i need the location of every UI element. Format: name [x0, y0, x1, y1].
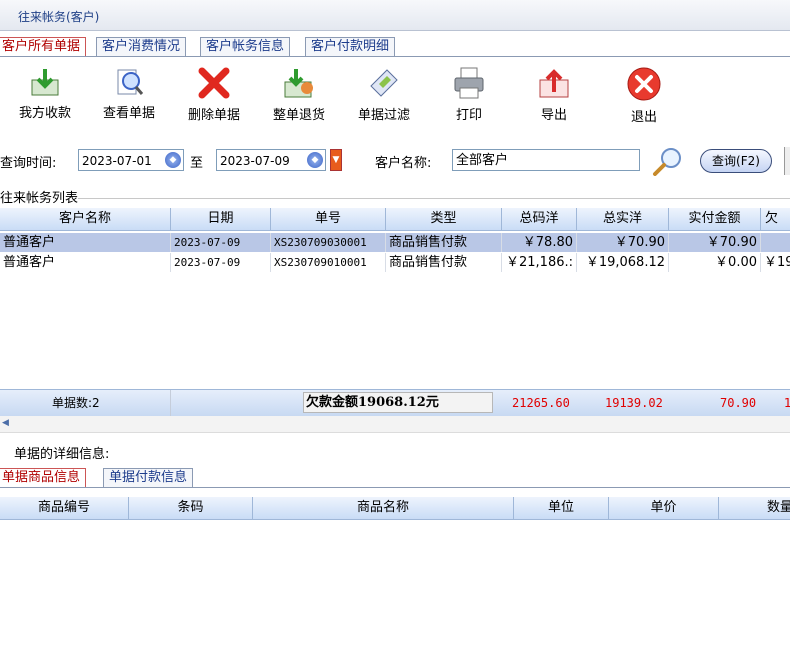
filter-label: 单据过滤 [357, 108, 410, 123]
cell-type: 商品销售付款 [386, 233, 502, 252]
document-count: 单据数:2 [52, 396, 100, 410]
sum-total-list: 21265.60 [512, 396, 570, 410]
filter-icon [370, 69, 398, 97]
sum-owed: 1 [784, 396, 790, 410]
view-document-button[interactable]: 查看单据 [94, 66, 164, 121]
receive-payment-button[interactable]: 我方收款 [10, 66, 80, 121]
detail-header: 商品编号 条码 商品名称 单位 单价 数量 [0, 497, 790, 520]
cell-type: 商品销售付款 [386, 253, 502, 272]
export-icon [539, 69, 569, 98]
sum-paid: 70.90 [720, 396, 757, 410]
date-spin-icon[interactable]: ◆ [307, 152, 323, 168]
delete-x-icon [198, 67, 230, 99]
delete-label: 删除单据 [187, 108, 240, 123]
cell-total-list: ￥78.80 [502, 233, 577, 252]
date-to-value: 2023-07-09 [220, 154, 290, 168]
cell-total-actual: ￥19,068.12 [577, 253, 669, 272]
table-row[interactable]: 普通客户 2023-07-09 XS230709010001 商品销售付款 ￥2… [0, 253, 790, 272]
window-title-bar: 往来帐务(客户) [0, 0, 790, 31]
col-type[interactable]: 类型 [386, 208, 502, 230]
col-unit-price[interactable]: 单价 [609, 497, 719, 519]
col-total-actual-price[interactable]: 总实洋 [577, 208, 669, 230]
cell-total-list: ￥21,186.: [502, 253, 577, 272]
query-time-label: 查询时间: [0, 156, 57, 171]
export-label: 导出 [540, 108, 567, 123]
scroll-left-icon[interactable]: ◀ [2, 418, 9, 428]
receive-label: 我方收款 [18, 106, 71, 121]
cell-total-actual: ￥70.90 [577, 233, 669, 252]
group-separator [78, 198, 790, 199]
cell-customer: 普通客户 [0, 233, 171, 252]
customer-name-input[interactable]: 全部客户 [452, 149, 640, 171]
col-date[interactable]: 日期 [171, 208, 271, 230]
tab-divider [0, 56, 790, 57]
magnifier-document-icon [117, 69, 144, 95]
search-icon[interactable] [652, 146, 684, 176]
cell-paid: ￥0.00 [669, 253, 761, 272]
date-from-picker[interactable]: 2023-07-01 ◆ [78, 149, 184, 171]
cell-date: 2023-07-09 [171, 253, 271, 272]
print-button[interactable]: 打印 [434, 66, 504, 123]
return-goods-icon [284, 69, 313, 98]
date-dropdown-arrow-icon[interactable]: ▼ [330, 149, 342, 171]
summary-bar: 单据数:2 欠款金额19068.12元 21265.60 19139.02 70… [0, 389, 790, 417]
tab-consumption[interactable]: 客户消费情况 [96, 37, 187, 56]
date-spin-icon[interactable]: ◆ [165, 152, 181, 168]
col-quantity[interactable]: 数量 [719, 497, 790, 519]
detail-tab-divider [0, 487, 790, 488]
query-button[interactable]: 查询(F2) [700, 149, 772, 173]
sum-total-actual: 19139.02 [605, 396, 663, 410]
list-group-title: 往来帐务列表 [0, 191, 79, 206]
col-owed[interactable]: 欠 [761, 208, 790, 230]
export-button[interactable]: 导出 [519, 66, 589, 123]
col-barcode[interactable]: 条码 [129, 497, 253, 519]
detail-tab-bar: 单据商品信息 单据付款信息 [0, 468, 790, 488]
cell-owed [761, 233, 790, 252]
date-to-picker[interactable]: 2023-07-09 ◆ [216, 149, 326, 171]
cell-paid: ￥70.90 [669, 233, 761, 252]
list-header: 客户名称 日期 单号 类型 总码洋 总实洋 实付金额 欠 [0, 208, 790, 231]
tab-all-documents[interactable]: 客户所有单据 [0, 37, 87, 57]
return-label: 整单退货 [272, 108, 325, 123]
col-total-list-price[interactable]: 总码洋 [502, 208, 577, 230]
tab-account-info[interactable]: 客户帐务信息 [200, 37, 291, 56]
tab-goods-info[interactable]: 单据商品信息 [0, 468, 87, 488]
exit-label: 退出 [630, 110, 657, 125]
exit-button[interactable]: 退出 [609, 66, 679, 125]
date-to-label: 至 [190, 156, 204, 171]
col-unit[interactable]: 单位 [514, 497, 609, 519]
close-circle-icon [627, 67, 661, 101]
cell-date: 2023-07-09 [171, 233, 271, 252]
cell-doc-number: XS230709010001 [271, 253, 386, 272]
debt-total: 欠款金额19068.12元 [303, 392, 493, 413]
horizontal-scrollbar[interactable]: ◀ [0, 416, 790, 433]
delete-document-button[interactable]: 删除单据 [179, 66, 249, 123]
date-from-value: 2023-07-01 [82, 154, 152, 168]
col-paid-amount[interactable]: 实付金额 [669, 208, 761, 230]
top-tab-bar: 客户所有单据 客户消费情况 客户帐务信息 客户付款明细 [0, 37, 790, 57]
tab-payment-info[interactable]: 单据付款信息 [103, 468, 194, 487]
col-customer-name[interactable]: 客户名称 [0, 208, 171, 230]
cell-customer: 普通客户 [0, 253, 171, 272]
col-product-code[interactable]: 商品编号 [0, 497, 129, 519]
summary-divider [170, 390, 171, 416]
cell-owed: ￥19 [761, 253, 790, 272]
col-product-name[interactable]: 商品名称 [253, 497, 514, 519]
toolbar-edge [784, 147, 790, 175]
customer-name-label: 客户名称: [375, 156, 432, 171]
full-return-button[interactable]: 整单退货 [264, 66, 334, 123]
window-title: 往来帐务(客户) [18, 10, 100, 24]
tab-payment-details[interactable]: 客户付款明细 [305, 37, 396, 56]
filter-button[interactable]: 单据过滤 [349, 66, 419, 123]
col-doc-number[interactable]: 单号 [271, 208, 386, 230]
view-label: 查看单据 [102, 106, 155, 121]
receive-icon [31, 69, 59, 96]
table-row[interactable]: 普通客户 2023-07-09 XS230709030001 商品销售付款 ￥7… [0, 233, 790, 252]
printer-icon [454, 67, 484, 99]
detail-title: 单据的详细信息: [14, 447, 110, 462]
print-label: 打印 [455, 108, 482, 123]
cell-doc-number: XS230709030001 [271, 233, 386, 252]
